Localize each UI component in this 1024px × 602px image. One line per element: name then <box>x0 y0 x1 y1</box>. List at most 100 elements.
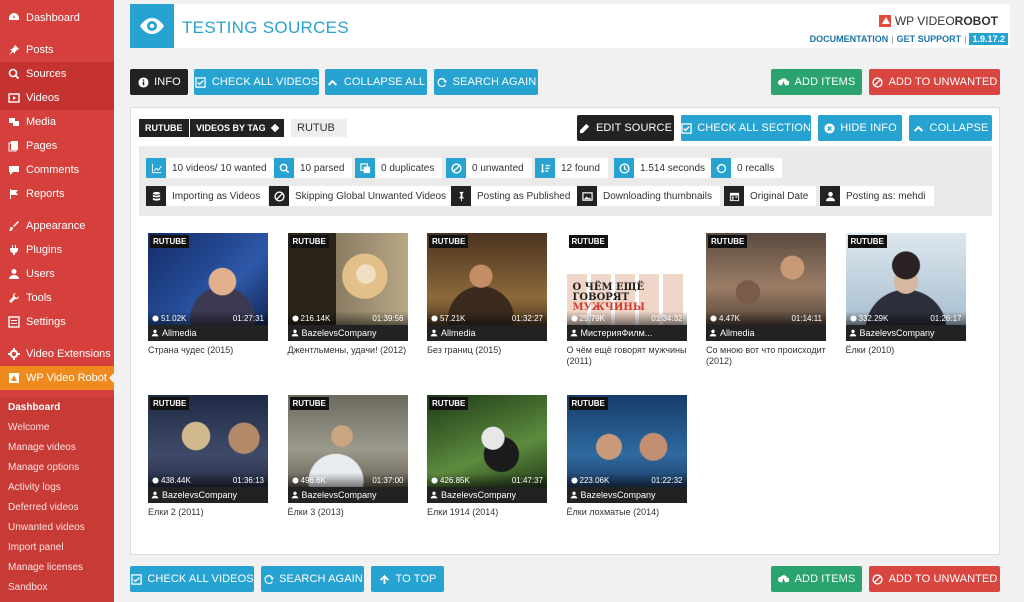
video-duration: 01:27:31 <box>232 313 264 323</box>
check-all-videos-button[interactable]: CHECK ALL VIDEOS <box>194 69 319 95</box>
edit-source-button[interactable]: EDIT SOURCE <box>577 115 674 141</box>
video-author: BazelevsCompany <box>845 325 966 341</box>
menu-comments[interactable]: Comments <box>0 158 114 182</box>
menu-videos[interactable]: Videos <box>0 86 114 110</box>
user-icon <box>7 268 20 281</box>
stat-unwanted: 0 unwanted <box>446 158 532 178</box>
bottom-search-again-button[interactable]: SEARCH AGAIN <box>261 566 364 592</box>
user-icon <box>430 329 438 337</box>
video-card[interactable]: RUTUBE 57.21K 01:32:27 Allmedia Без границ (… <box>427 233 547 356</box>
source-type-tag: VIDEOS BY TAG <box>190 119 284 137</box>
info-button[interactable]: INFO <box>130 69 188 95</box>
video-thumbnail[interactable]: RUTUBE 57.21K 01:32:27 Allmedia <box>427 233 547 341</box>
submenu-deferred-videos[interactable]: Deferred videos <box>0 498 114 518</box>
tag-icon <box>270 123 279 133</box>
ban-icon <box>872 76 884 88</box>
search-icon <box>274 158 294 178</box>
video-duration: 01:22:32 <box>651 475 683 485</box>
video-thumbnail[interactable]: RUTUBE 438.44K 01:36:13 BazelevsCompany <box>148 395 268 503</box>
video-thumbnail[interactable]: RUTUBE 216.14K 01:39:56 BazelevsCompany <box>287 233 408 341</box>
menu-pages[interactable]: Pages <box>0 134 114 158</box>
cloud-download-icon <box>778 573 790 585</box>
video-card[interactable]: RUTUBE 426.85K 01:47:37 BazelevsCompany Елки… <box>427 395 547 518</box>
submenu-welcome[interactable]: Welcome <box>0 418 114 438</box>
video-title: Ёлки (2010) <box>845 345 895 355</box>
video-thumbnail[interactable]: RUTUBE 332.29K 01:26:17 BazelevsCompany <box>845 233 966 341</box>
add-items-button[interactable]: ADD ITEMS <box>771 69 862 95</box>
video-duration: 01:14:11 <box>791 313 822 323</box>
video-thumbnail[interactable]: RUTUBE 4.47K 01:14:11 Allmedia <box>706 233 826 341</box>
database-icon <box>146 186 166 206</box>
menu-sources[interactable]: Sources <box>0 62 114 86</box>
bottom-add-to-unwanted-button[interactable]: ADD TO UNWANTED <box>869 566 1000 592</box>
get-support-link[interactable]: GET SUPPORT <box>897 34 962 44</box>
menu-reports[interactable]: Reports <box>0 182 114 206</box>
source-badge: RUTUBE <box>429 235 469 248</box>
submenu-activity-logs[interactable]: Activity logs <box>0 478 114 498</box>
option-thumbnails: Downloading thumbnails <box>577 186 720 206</box>
menu-posts[interactable]: Posts <box>0 38 114 62</box>
robot-submenu: Dashboard Welcome Manage videos Manage o… <box>0 397 114 602</box>
video-title: Елки 2 (2011) <box>148 507 204 517</box>
collapse-all-button[interactable]: COLLAPSE ALL <box>325 69 427 95</box>
video-card[interactable]: RUTUBE 4.47K 01:14:11 Allmedia Со мною вот ч… <box>706 233 826 367</box>
to-top-button[interactable]: TO TOP <box>371 566 444 592</box>
submenu-import-panel[interactable]: Import panel <box>0 538 114 558</box>
menu-settings[interactable]: Settings <box>0 310 114 334</box>
menu-appearance[interactable]: Appearance <box>0 214 114 238</box>
check-all-section-button[interactable]: CHECK ALL SECTION <box>681 115 811 141</box>
eye-small-icon <box>291 476 299 484</box>
views-count: 223.06K <box>570 476 609 485</box>
video-card[interactable]: RUTUBE 51.02K 01:27:31 Allmedia Страна чудес… <box>148 233 268 356</box>
bottom-add-items-button[interactable]: ADD ITEMS <box>771 566 862 592</box>
wrench-icon <box>7 292 20 305</box>
menu-wp-video-robot[interactable]: WP Video Robot <box>0 366 114 390</box>
calendar-icon <box>724 186 744 206</box>
video-card[interactable]: RUTUBE 223.06K 01:22:32 BazelevsCompany Ёлки… <box>566 395 687 518</box>
eye-small-icon <box>291 314 299 322</box>
user-icon <box>709 329 717 337</box>
search-again-button[interactable]: SEARCH AGAIN <box>434 69 538 95</box>
source-badge: RUTUBE <box>568 397 608 410</box>
views-count: 216.14K <box>291 314 330 323</box>
brush-icon <box>7 220 20 233</box>
hide-info-button[interactable]: HIDE INFO <box>818 115 902 141</box>
submenu-manage-options[interactable]: Manage options <box>0 458 114 478</box>
video-card[interactable]: RUTUBE 332.29K 01:26:17 BazelevsCompany Ёлки… <box>845 233 966 356</box>
menu-dashboard[interactable]: Dashboard <box>0 6 114 30</box>
service-tag: RUTUBE <box>139 119 189 137</box>
video-card[interactable]: RUTUBE 438.44K 01:36:13 BazelevsCompany Елки… <box>148 395 268 518</box>
add-to-unwanted-button[interactable]: ADD TO UNWANTED <box>869 69 1000 95</box>
submenu-manage-licenses[interactable]: Manage licenses <box>0 558 114 578</box>
stats-box: 10 videos/ 10 wanted 10 parsed 0 duplica… <box>139 146 992 216</box>
video-card[interactable]: О ЧЁМ ЕЩЁ ГОВОРЯТ МУЖЧИНЫ RUTUBE 25.79K 01:3… <box>566 233 687 367</box>
video-thumbnail[interactable]: RUTUBE 426.85K 01:47:37 BazelevsCompany <box>427 395 547 503</box>
collapse-button[interactable]: COLLAPSE <box>909 115 992 141</box>
option-import-as: Importing as Videos <box>146 186 269 206</box>
submenu-unwanted-videos[interactable]: Unwanted videos <box>0 518 114 538</box>
user-icon <box>820 186 840 206</box>
submenu-manage-videos[interactable]: Manage videos <box>0 438 114 458</box>
stat-recalls: 0 recalls <box>711 158 783 178</box>
menu-users[interactable]: Users <box>0 262 114 286</box>
user-icon <box>291 491 298 499</box>
stat-videos: 10 videos/ 10 wanted <box>146 158 275 178</box>
submenu-sandbox[interactable]: Sandbox <box>0 578 114 598</box>
video-thumbnail[interactable]: О ЧЁМ ЕЩЁ ГОВОРЯТ МУЖЧИНЫ RUTUBE 25.79K 01:3… <box>566 233 687 341</box>
menu-tools[interactable]: Tools <box>0 286 114 310</box>
video-card[interactable]: RUTUBE 216.14K 01:39:56 BazelevsCompany Джен… <box>287 233 408 356</box>
video-card[interactable]: RUTUBE 496.6K 01:37:00 BazelevsCompany Ёлки … <box>287 395 408 518</box>
source-badge: RUTUBE <box>429 397 469 410</box>
menu-media[interactable]: Media <box>0 110 114 134</box>
eye-small-icon <box>431 476 438 484</box>
documentation-link[interactable]: DOCUMENTATION <box>810 34 889 44</box>
video-title: Со мною вот что происходит (2012) <box>706 345 826 366</box>
video-thumbnail[interactable]: RUTUBE 496.6K 01:37:00 BazelevsCompany <box>287 395 408 503</box>
menu-video-extensions[interactable]: Video Extensions <box>0 342 114 366</box>
source-badge: RUTUBE <box>568 235 608 248</box>
video-thumbnail[interactable]: RUTUBE 223.06K 01:22:32 BazelevsCompany <box>566 395 687 503</box>
submenu-dashboard[interactable]: Dashboard <box>0 398 114 418</box>
video-thumbnail[interactable]: RUTUBE 51.02K 01:27:31 Allmedia <box>148 233 268 341</box>
bottom-check-all-videos-button[interactable]: CHECK ALL VIDEOS <box>130 566 254 592</box>
menu-plugins[interactable]: Plugins <box>0 238 114 262</box>
